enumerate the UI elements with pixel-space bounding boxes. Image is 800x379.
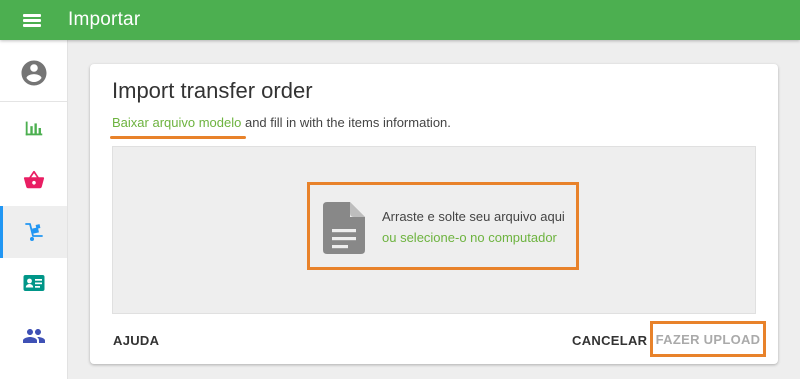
sidebar-item-account[interactable]	[0, 44, 67, 102]
subtitle-text: and fill in with the items information.	[241, 115, 451, 130]
bar-chart-icon	[25, 121, 42, 136]
select-file-link[interactable]: ou selecione-o no computador	[382, 230, 557, 245]
sidebar-item-contacts[interactable]	[0, 258, 67, 310]
help-button[interactable]: AJUDA	[113, 333, 159, 348]
cancel-button[interactable]: CANCELAR	[572, 333, 647, 348]
upload-button[interactable]: FAZER UPLOAD	[656, 332, 761, 347]
account-circle-icon	[21, 60, 46, 85]
page-title: Importar	[68, 9, 141, 30]
shopping-basket-icon	[23, 170, 44, 189]
app-header: Importar	[0, 0, 800, 40]
import-dialog: Import transfer order Baixar arquivo mod…	[90, 64, 778, 364]
file-dropzone[interactable]: Arraste e solte seu arquivo aqui ou sele…	[112, 146, 756, 314]
highlight-underline	[110, 136, 246, 139]
upload-highlight-box: FAZER UPLOAD	[650, 321, 766, 357]
dialog-subtitle: Baixar arquivo modelo and fill in with t…	[112, 115, 451, 130]
dialog-title: Import transfer order	[112, 78, 313, 103]
hamburger-menu-icon[interactable]	[20, 11, 46, 29]
sidebar-item-transfers[interactable]	[0, 206, 67, 258]
dropzone-highlight-box: Arraste e solte seu arquivo aqui ou sele…	[307, 182, 579, 270]
sidebar-item-orders[interactable]	[0, 154, 67, 206]
contact-card-icon	[23, 275, 44, 291]
dropzone-instruction: Arraste e solte seu arquivo aqui	[382, 209, 565, 224]
document-file-icon	[323, 202, 365, 254]
download-template-link[interactable]: Baixar arquivo modelo	[112, 115, 241, 130]
sidebar-item-users[interactable]	[0, 310, 67, 362]
hand-truck-icon	[24, 223, 43, 241]
sidebar	[0, 40, 68, 379]
people-icon	[22, 329, 45, 343]
sidebar-item-reports[interactable]	[0, 102, 67, 154]
